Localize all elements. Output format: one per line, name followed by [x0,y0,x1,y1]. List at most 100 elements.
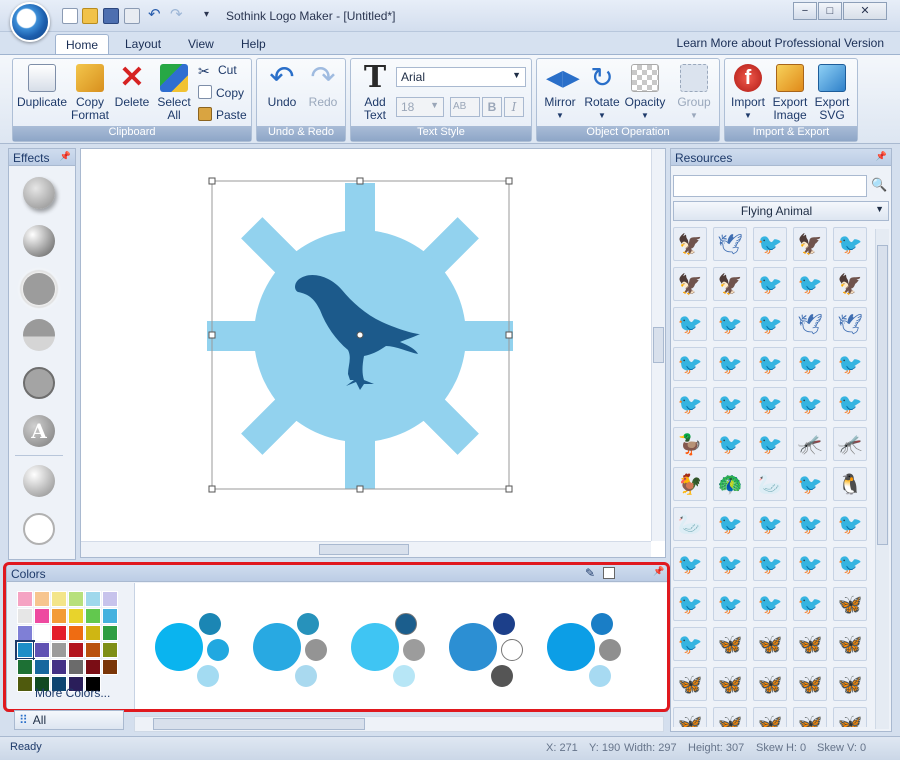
resource-animal-icon[interactable]: 🦋 [753,627,787,661]
palette-swatch[interactable] [68,642,84,658]
color-scheme[interactable] [547,609,627,689]
resource-animal-icon[interactable]: 🐦 [713,547,747,581]
resource-animal-icon[interactable]: 🐦 [753,227,787,261]
tab-home[interactable]: Home [55,34,110,54]
resource-animal-icon[interactable]: 🐦 [713,387,747,421]
export-svg-button[interactable]: Export SVG [805,64,859,122]
app-logo-icon[interactable] [10,2,50,42]
resource-animal-icon[interactable]: 🦟 [793,427,827,461]
resource-search-input[interactable] [673,175,867,197]
resource-animal-icon[interactable]: 🦋 [713,667,747,701]
effect-text[interactable]: A [23,415,55,447]
palette-swatch[interactable] [51,625,67,641]
quick-access-dropdown-icon[interactable]: ▾ [204,8,220,24]
palette-swatch[interactable] [34,642,50,658]
learn-more-link[interactable]: Learn More about Professional Version [677,36,884,50]
palette-swatch[interactable] [102,591,118,607]
palette-swatch[interactable] [17,625,33,641]
resize-handle[interactable] [208,331,216,339]
resource-animal-icon[interactable]: 🐦 [713,347,747,381]
maximize-button[interactable]: □ [818,2,842,20]
palette-swatch[interactable] [17,591,33,607]
resource-animal-icon[interactable]: 🐦 [793,507,827,541]
resource-animal-icon[interactable]: 🦢 [673,507,707,541]
resource-animal-icon[interactable]: 🐦 [833,227,867,261]
palette-swatch[interactable] [51,608,67,624]
resource-animal-icon[interactable]: 🐧 [833,467,867,501]
resource-animal-icon[interactable]: 🦋 [833,587,867,621]
select-all-button[interactable]: Select All [147,64,201,122]
resource-animal-icon[interactable]: 🦅 [713,267,747,301]
resource-animal-icon[interactable]: 🐓 [673,467,707,501]
pin-icon[interactable]: 📌 [876,151,887,162]
resource-animal-icon[interactable]: 🐦 [753,387,787,421]
color-schemes-scrollbar[interactable] [134,716,664,732]
palette-swatch[interactable] [17,608,33,624]
palette-swatch[interactable] [68,591,84,607]
tab-help[interactable]: Help [231,34,276,54]
color-scheme[interactable] [253,609,333,689]
effect-gradient[interactable] [23,465,55,497]
resize-handle[interactable] [356,177,364,185]
add-text-button[interactable]: T Add Text [348,63,402,122]
horizontal-scroll-thumb[interactable] [319,544,409,555]
color-scheme[interactable] [351,609,431,689]
resize-handle[interactable] [208,485,216,493]
resource-animal-icon[interactable]: 🐦 [793,347,827,381]
resource-animal-icon[interactable]: 🦋 [833,627,867,661]
palette-swatch[interactable] [17,659,33,675]
palette-swatch[interactable] [51,659,67,675]
color-scheme[interactable] [449,609,529,689]
palette-swatch[interactable] [15,640,35,660]
new-file-icon[interactable] [62,8,78,24]
resource-animal-icon[interactable]: 🐦 [753,547,787,581]
palette-swatch[interactable] [68,625,84,641]
resource-animal-icon[interactable]: 🐦 [713,307,747,341]
color-filter-select[interactable]: ⠿ All [14,710,124,730]
color-scheme[interactable] [155,609,235,689]
resource-animal-icon[interactable]: 🦋 [793,707,827,727]
resize-handle[interactable] [208,177,216,185]
resource-animal-icon[interactable]: 🐦 [753,267,787,301]
text-case-button[interactable]: AB [450,97,480,117]
pin-icon[interactable]: 📌 [653,566,664,577]
effect-bevel[interactable] [23,225,55,257]
resize-handle[interactable] [356,485,364,493]
palette-swatch[interactable] [85,608,101,624]
resource-animal-icon[interactable]: 🦋 [673,707,707,727]
resource-animal-icon[interactable]: 🦢 [753,467,787,501]
redo-quick-icon[interactable]: ↷ [170,7,188,24]
resource-animal-icon[interactable]: 🐦 [793,387,827,421]
palette-swatch[interactable] [34,625,50,641]
resource-animal-icon[interactable]: 🐦 [713,507,747,541]
effect-stroke[interactable] [23,367,55,399]
resource-animal-icon[interactable]: 🕊 [713,227,747,261]
font-select[interactable]: Arial ▼ [396,67,526,87]
resource-animal-icon[interactable]: 🐦 [793,547,827,581]
design-canvas[interactable] [80,148,666,558]
resource-animal-icon[interactable]: 🦅 [833,267,867,301]
resource-animal-icon[interactable]: 🐦 [793,587,827,621]
resource-animal-icon[interactable]: 🦋 [753,707,787,727]
resize-handle[interactable] [505,485,513,493]
palette-swatch[interactable] [85,659,101,675]
resource-animal-icon[interactable]: 🕊 [833,307,867,341]
palette-swatch[interactable] [68,608,84,624]
group-button[interactable]: Group ▼ [667,64,721,122]
resource-animal-icon[interactable]: 🦅 [673,267,707,301]
pin-icon[interactable]: 📌 [60,151,71,162]
palette-swatch[interactable] [85,591,101,607]
resources-scrollbar[interactable] [875,229,889,729]
palette-swatch[interactable] [51,591,67,607]
palette-swatch[interactable] [34,591,50,607]
redo-button[interactable]: ↷ Redo [296,63,350,109]
canvas-vertical-scrollbar[interactable] [651,149,665,541]
tab-layout[interactable]: Layout [115,34,171,54]
effect-none[interactable] [23,513,55,545]
italic-button[interactable]: I [504,97,524,117]
resource-animal-icon[interactable]: 🐦 [673,587,707,621]
resource-animal-icon[interactable]: 🐦 [673,307,707,341]
resource-animal-icon[interactable]: 🦋 [753,667,787,701]
print-icon[interactable] [124,8,140,24]
minimize-button[interactable]: − [793,2,817,20]
